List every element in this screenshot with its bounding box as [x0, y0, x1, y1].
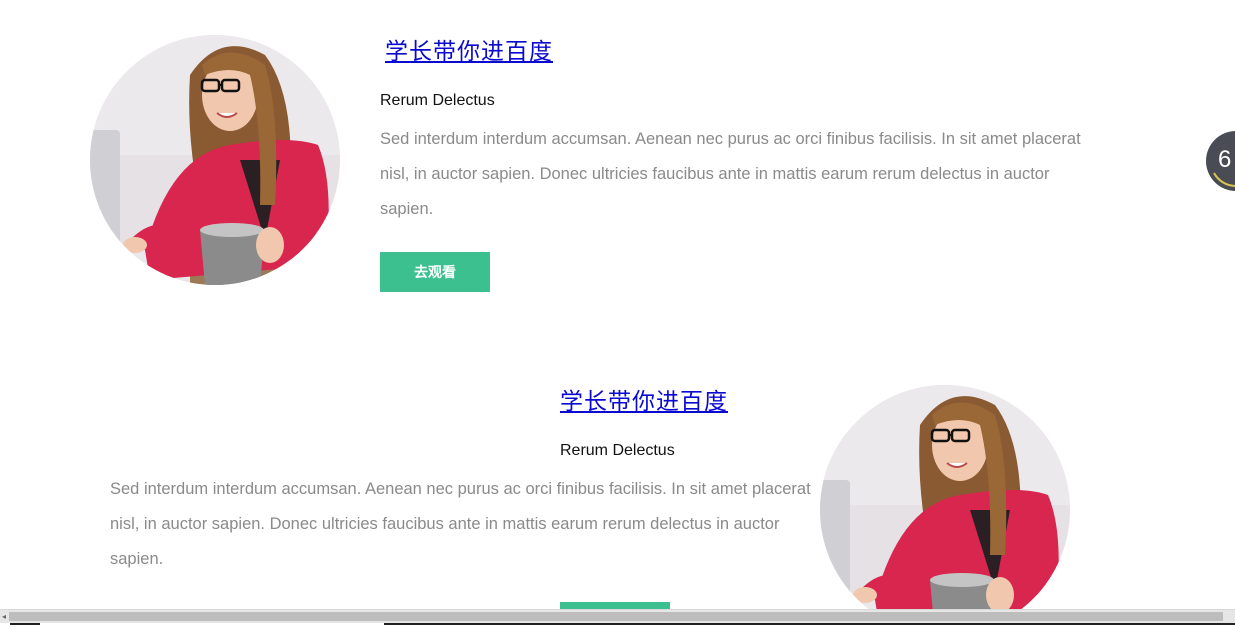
woman-with-laptop-image — [820, 385, 1070, 627]
card-1-title-link[interactable]: 学长带你进百度 — [385, 32, 553, 66]
horizontal-scrollbar[interactable]: ◂ — [0, 609, 1235, 623]
card-2-description: Sed interdum interdum accumsan. Aenean n… — [110, 480, 811, 568]
bottom-border-segment — [10, 623, 40, 625]
widget-number: 6 — [1218, 146, 1232, 173]
card-2-watch-button[interactable] — [560, 602, 670, 609]
scroll-left-arrow-icon[interactable]: ◂ — [0, 610, 8, 623]
card-1-photo — [90, 35, 340, 285]
bottom-border-segment — [384, 623, 1235, 625]
floating-progress-widget[interactable]: 6 — [1206, 131, 1235, 191]
card-2-photo — [820, 385, 1070, 627]
bottom-border — [0, 623, 1235, 627]
card-2-subtitle: Rerum Delectus — [560, 442, 675, 459]
card-1-watch-button[interactable]: 去观看 — [380, 252, 490, 292]
card-2-title-link[interactable]: 学长带你进百度 — [560, 382, 728, 416]
woman-with-laptop-image — [90, 35, 340, 285]
page: 学长带你进百度 Rerum Delectus Sed interdum inte… — [0, 0, 1235, 627]
scrollbar-thumb[interactable] — [9, 612, 1223, 621]
card-1-subtitle: Rerum Delectus — [380, 92, 495, 109]
card-1-description: Sed interdum interdum accumsan. Aenean n… — [380, 130, 1081, 218]
